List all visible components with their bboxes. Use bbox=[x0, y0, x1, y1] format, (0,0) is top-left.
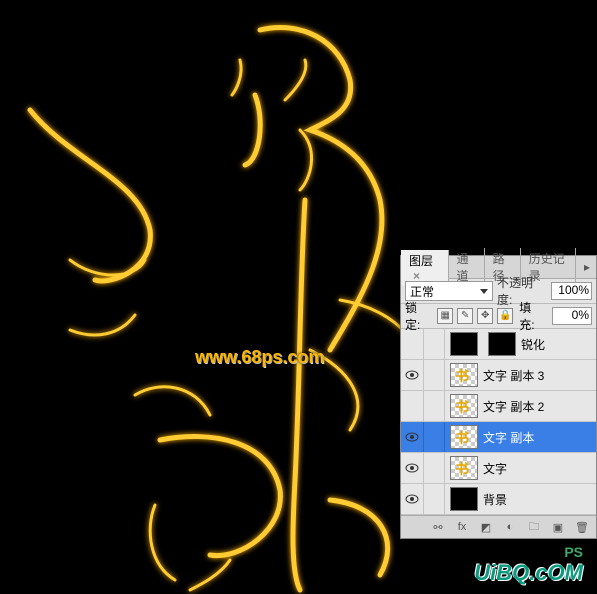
layer-name[interactable]: 文字 bbox=[483, 460, 596, 477]
panel-footer: ⚯ fx ◩ ◐ 🗀 ▣ 🗑 bbox=[401, 515, 596, 538]
layer-row[interactable]: 锐化 bbox=[401, 329, 596, 360]
visibility-toggle[interactable] bbox=[401, 484, 424, 514]
link-col[interactable] bbox=[424, 329, 445, 359]
blend-mode-dropdown[interactable]: 正常 bbox=[405, 281, 493, 301]
mask-icon[interactable]: ◩ bbox=[478, 520, 494, 534]
link-col[interactable] bbox=[424, 391, 445, 421]
layer-name[interactable]: 文字 副本 2 bbox=[483, 398, 596, 415]
layer-name[interactable]: 文字 副本 3 bbox=[483, 367, 596, 384]
visibility-toggle[interactable] bbox=[401, 329, 424, 359]
chevron-down-icon bbox=[480, 289, 488, 294]
lock-label: 锁定: bbox=[405, 299, 431, 333]
trash-icon[interactable]: 🗑 bbox=[574, 520, 590, 534]
fill-label: 填充: bbox=[519, 299, 545, 333]
layer-row[interactable]: 书 文字 副本 2 bbox=[401, 391, 596, 422]
layer-thumbnail: 书 bbox=[450, 456, 478, 480]
lock-row: 锁定: ▦ ✎ ✥ 🔒 填充: 0% bbox=[401, 304, 596, 329]
layer-row[interactable]: 书 文字 副本 bbox=[401, 422, 596, 453]
layer-row[interactable]: 书 文字 副本 3 bbox=[401, 360, 596, 391]
visibility-toggle[interactable] bbox=[401, 360, 424, 390]
opacity-input[interactable]: 100% bbox=[551, 282, 592, 300]
lock-move-icon[interactable]: ✥ bbox=[477, 308, 493, 324]
link-col[interactable] bbox=[424, 360, 445, 390]
layer-thumbnail: 书 bbox=[450, 363, 478, 387]
layer-thumbnail bbox=[488, 332, 516, 356]
lock-transparent-icon[interactable]: ▦ bbox=[437, 308, 453, 324]
layer-list: 锐化 书 文字 副本 3 书 文字 副本 2 书 文字 副本 bbox=[401, 329, 596, 515]
tab-layers[interactable]: 图层 × bbox=[401, 250, 449, 285]
group-icon[interactable]: 🗀 bbox=[526, 520, 542, 534]
layer-thumbnail bbox=[450, 332, 478, 356]
lock-icons: ▦ ✎ ✥ 🔒 bbox=[437, 308, 513, 324]
visibility-toggle[interactable] bbox=[401, 453, 424, 483]
tab-label: 图层 bbox=[409, 254, 433, 268]
link-col[interactable] bbox=[424, 422, 445, 452]
layer-name[interactable]: 背景 bbox=[483, 491, 596, 508]
link-col[interactable] bbox=[424, 484, 445, 514]
layer-row[interactable]: 书 文字 bbox=[401, 453, 596, 484]
adjustment-icon[interactable]: ◐ bbox=[502, 520, 518, 534]
lock-brush-icon[interactable]: ✎ bbox=[457, 308, 473, 324]
fx-icon[interactable]: fx bbox=[454, 520, 470, 534]
visibility-toggle[interactable] bbox=[401, 391, 424, 421]
layer-thumbnail: 书 bbox=[450, 394, 478, 418]
link-layers-icon[interactable]: ⚯ bbox=[430, 520, 446, 534]
layer-name[interactable]: 文字 副本 bbox=[483, 429, 596, 446]
layer-thumbnail: 书 bbox=[450, 425, 478, 449]
watermark-ps: PS bbox=[564, 544, 583, 560]
link-col[interactable] bbox=[424, 453, 445, 483]
visibility-toggle[interactable] bbox=[401, 422, 424, 452]
panel-menu-icon[interactable]: ▸ bbox=[576, 258, 596, 276]
lock-all-icon[interactable]: 🔒 bbox=[497, 308, 513, 324]
new-layer-icon[interactable]: ▣ bbox=[550, 520, 566, 534]
layer-thumbnail bbox=[450, 487, 478, 511]
layers-panel[interactable]: 图层 × 通道 路径 历史记录 ▸ 正常 不透明度: 100% 锁定: ▦ ✎ … bbox=[400, 255, 597, 539]
watermark-uibq: UiBQ.cOM bbox=[474, 560, 583, 586]
watermark-center: www.68ps.com bbox=[195, 347, 324, 368]
blend-mode-value: 正常 bbox=[410, 283, 434, 300]
fill-input[interactable]: 0% bbox=[552, 307, 592, 325]
layer-row[interactable]: 背景 bbox=[401, 484, 596, 515]
layer-name[interactable]: 锐化 bbox=[521, 336, 596, 353]
